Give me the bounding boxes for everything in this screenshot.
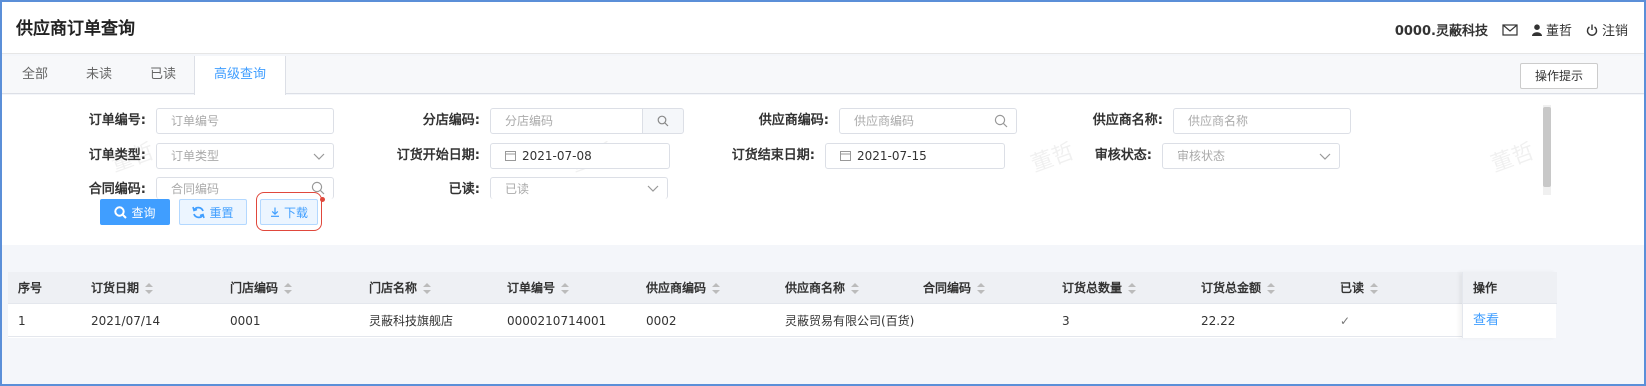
check-icon: ✓ <box>1340 314 1351 328</box>
sort-icon[interactable] <box>423 283 432 294</box>
col-total-qty[interactable]: 订货总数量 <box>1062 272 1137 304</box>
header-right: 0000.灵蔽科技 董哲 注销 <box>1395 20 1628 39</box>
col-order-date[interactable]: 订货日期 <box>91 272 154 304</box>
reset-button[interactable]: 重置 <box>179 199 247 225</box>
order-type-select[interactable]: 订单类型 <box>156 143 334 169</box>
search-icon <box>994 114 1008 128</box>
order-no-input[interactable]: 订单编号 <box>156 108 334 134</box>
chevron-down-icon <box>647 185 659 192</box>
col-store-code[interactable]: 门店编码 <box>230 272 293 304</box>
supplier-code-label: 供应商编码: <box>758 113 829 128</box>
cell-store-code: 0001 <box>230 314 261 328</box>
cell-total-amount: 22.22 <box>1201 314 1236 328</box>
refresh-icon <box>192 206 206 218</box>
table-header: 序号 订货日期 门店编码 门店名称 订单编号 供应商编码 供应商名称 合同编码 … <box>8 272 1556 304</box>
store-code-label: 分店编码: <box>422 113 480 128</box>
cell-supplier-code: 0002 <box>646 314 677 328</box>
tab-read[interactable]: 已读 <box>148 56 178 94</box>
user-name: 董哲 <box>1545 24 1572 39</box>
tab-unread[interactable]: 未读 <box>84 56 114 94</box>
search-icon <box>657 115 669 127</box>
tab-advanced-search[interactable]: 高级查询 <box>194 56 286 95</box>
supplier-name-input[interactable]: 供应商名称 <box>1173 108 1351 134</box>
download-highlight-ring <box>256 192 322 231</box>
operation-column: 操作 查看 <box>1462 272 1557 338</box>
supplier-name-label: 供应商名称: <box>1092 113 1163 128</box>
cell-store-name: 灵蔽科技旗舰店 <box>369 314 454 328</box>
store-code-input[interactable]: 分店编码 <box>490 108 644 134</box>
query-button-label: 查询 <box>131 205 156 220</box>
reset-button-label: 重置 <box>209 205 234 220</box>
col-order-no[interactable]: 订单编号 <box>507 272 570 304</box>
supplier-code-input[interactable]: 供应商编码 <box>839 108 1017 134</box>
highlight-dot <box>320 197 325 202</box>
col-operation: 操作 <box>1473 281 1498 295</box>
query-button[interactable]: 查询 <box>100 199 170 225</box>
operation-hint-button[interactable]: 操作提示 <box>1519 63 1598 89</box>
search-icon <box>114 205 128 219</box>
sort-icon[interactable] <box>145 283 154 294</box>
company-name[interactable]: 0000.灵蔽科技 <box>1395 20 1488 39</box>
table-row[interactable]: 1 2021/07/14 0001 灵蔽科技旗舰店 0000210714001 … <box>8 305 1556 337</box>
sort-icon[interactable] <box>561 283 570 294</box>
sort-icon[interactable] <box>284 283 293 294</box>
col-contract-code[interactable]: 合同编码 <box>923 272 986 304</box>
user-icon <box>1531 23 1542 36</box>
mail-icon[interactable] <box>1502 23 1518 36</box>
end-date-label: 订货结束日期: <box>731 148 815 163</box>
form-scrollbar-thumb[interactable] <box>1543 107 1551 187</box>
read-label: 已读: <box>448 182 480 197</box>
calendar-icon <box>505 151 516 161</box>
page-title: 供应商订单查询 <box>16 19 135 39</box>
order-type-label: 订单类型: <box>88 148 146 163</box>
read-select-value: 已读 <box>505 182 530 196</box>
audit-status-label: 审核状态: <box>1094 148 1152 163</box>
col-store-name[interactable]: 门店名称 <box>369 272 432 304</box>
sort-icon[interactable] <box>1267 283 1276 294</box>
top-header: 供应商订单查询 0000.灵蔽科技 董哲 注销 <box>2 2 1644 54</box>
sort-icon[interactable] <box>977 283 986 294</box>
contract-code-placeholder: 合同编码 <box>171 182 220 196</box>
cell-order-date: 2021/07/14 <box>91 314 161 328</box>
order-no-label: 订单编号: <box>88 113 146 128</box>
user-menu[interactable]: 董哲 <box>1531 20 1572 39</box>
view-link[interactable]: 查看 <box>1473 305 1499 337</box>
col-read[interactable]: 已读 <box>1340 272 1379 304</box>
logout-label: 注销 <box>1601 24 1628 39</box>
end-date-value: 2021-07-15 <box>857 149 927 163</box>
tab-all[interactable]: 全部 <box>20 56 50 94</box>
calendar-icon <box>840 151 851 161</box>
sort-icon[interactable] <box>712 283 721 294</box>
tab-bar: 全部 未读 已读 高级查询 操作提示 <box>2 56 1644 95</box>
power-icon <box>1586 24 1598 36</box>
store-code-search-button[interactable] <box>642 108 684 134</box>
col-supplier-name[interactable]: 供应商名称 <box>785 272 860 304</box>
order-type-placeholder: 订单类型 <box>171 149 220 163</box>
col-total-amount[interactable]: 订货总金额 <box>1201 272 1276 304</box>
chevron-down-icon <box>313 153 325 160</box>
start-date-value: 2021-07-08 <box>522 149 592 163</box>
col-supplier-code[interactable]: 供应商编码 <box>646 272 721 304</box>
cell-supplier-name: 灵蔽贸易有限公司(百货) <box>785 314 915 328</box>
cell-index: 1 <box>18 314 26 328</box>
sort-icon[interactable] <box>851 283 860 294</box>
col-index: 序号 <box>18 281 43 295</box>
read-select[interactable]: 已读 <box>490 177 668 199</box>
audit-status-placeholder: 审核状态 <box>1177 149 1226 163</box>
supplier-code-placeholder: 供应商编码 <box>854 114 915 128</box>
cell-total-qty: 3 <box>1062 314 1070 328</box>
cell-order-no: 0000210714001 <box>507 314 607 328</box>
audit-status-select[interactable]: 审核状态 <box>1162 143 1340 169</box>
sort-icon[interactable] <box>1370 283 1379 294</box>
logout-button[interactable]: 注销 <box>1586 20 1628 39</box>
orders-table: 序号 订货日期 门店编码 门店名称 订单编号 供应商编码 供应商名称 合同编码 … <box>8 272 1557 338</box>
start-date-picker[interactable]: 2021-07-08 <box>490 143 670 169</box>
end-date-picker[interactable]: 2021-07-15 <box>825 143 1005 169</box>
chevron-down-icon <box>1319 153 1331 160</box>
sort-icon[interactable] <box>1128 283 1137 294</box>
start-date-label: 订货开始日期: <box>396 148 480 163</box>
